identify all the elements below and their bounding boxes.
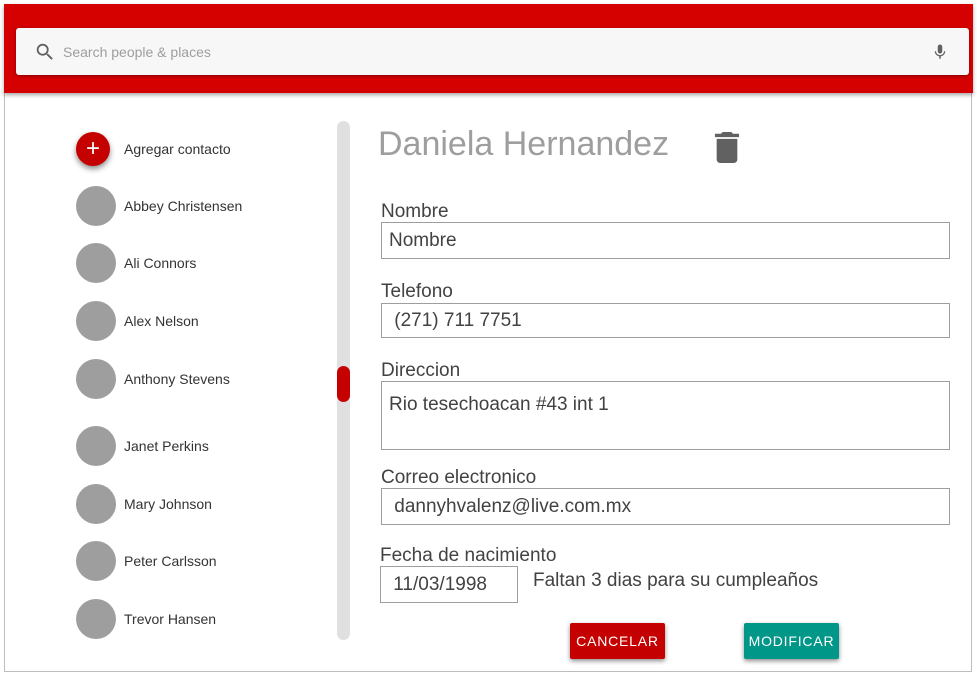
plus-icon[interactable]: + [76,132,110,166]
contact-name: Janet Perkins [124,438,209,454]
avatar [76,301,116,341]
modify-button[interactable]: MODIFICAR [744,623,839,659]
contact-name: Alex Nelson [124,313,199,329]
list-item[interactable]: Peter Carlsson [76,540,316,582]
avatar [76,243,116,283]
list-item[interactable]: Abbey Christensen [76,185,316,227]
list-item[interactable]: Trevor Hansen [76,598,316,640]
contact-title: Daniela Hernandez [378,125,670,163]
avatar [76,599,116,639]
nombre-field[interactable] [381,222,950,259]
contact-name: Mary Johnson [124,496,212,512]
trash-icon[interactable] [714,132,740,163]
search-icon[interactable] [34,41,56,63]
contact-name: Trevor Hansen [124,611,217,627]
contact-name: Ali Connors [124,255,197,271]
list-item[interactable]: Alex Nelson [76,300,316,342]
list-item[interactable]: Janet Perkins [76,425,316,467]
avatar [76,484,116,524]
nombre-label: Nombre [381,201,449,222]
fecha-field[interactable] [380,566,518,603]
list-item[interactable]: Anthony Stevens [76,358,316,400]
search-bar[interactable] [16,28,969,75]
add-contact-label: Agregar contacto [124,141,231,157]
contact-name: Anthony Stevens [124,371,230,387]
direccion-field[interactable]: Rio tesechoacan #43 int 1 [381,381,950,450]
list-item[interactable]: Mary Johnson [76,483,316,525]
telefono-label: Telefono [381,281,453,302]
list-item[interactable]: Ali Connors [76,242,316,284]
avatar [76,541,116,581]
search-input[interactable] [63,28,913,75]
birthday-hint: Faltan 3 dias para su cumpleaños [533,570,819,591]
fecha-label: Fecha de nacimiento [380,545,557,566]
contact-list: + Agregar contacto Abbey Christensen Ali… [60,120,340,640]
avatar [76,186,116,226]
cancel-button[interactable]: CANCELAR [570,623,665,659]
top-app-bar [4,4,973,93]
correo-label: Correo electronico [381,467,537,488]
contact-name: Abbey Christensen [124,198,243,214]
direccion-label: Direccion [381,360,461,381]
contact-name: Peter Carlsson [124,553,217,569]
scrollbar-thumb[interactable] [337,366,350,402]
add-contact-item[interactable]: + Agregar contacto [76,128,316,170]
correo-field[interactable] [381,488,950,525]
avatar [76,426,116,466]
mic-icon[interactable] [931,40,949,64]
telefono-field[interactable] [381,303,950,338]
avatar [76,359,116,399]
